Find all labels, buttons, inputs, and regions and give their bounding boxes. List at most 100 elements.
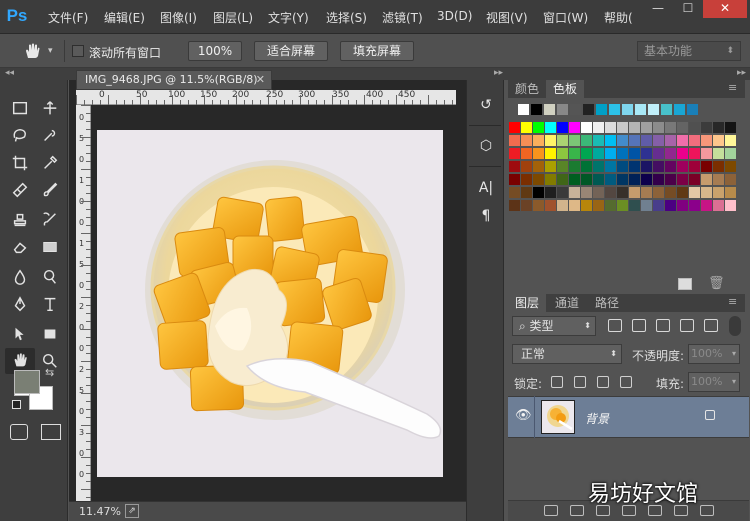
swatch[interactable] (509, 161, 520, 172)
swatch[interactable] (609, 104, 620, 115)
clone-stamp-tool[interactable] (5, 207, 35, 233)
swatch[interactable] (725, 200, 736, 211)
menu-select[interactable]: 选择(S) (326, 9, 367, 26)
smart-object-filter-icon[interactable] (704, 319, 718, 332)
scroll-all-checkbox[interactable] (72, 45, 84, 57)
eyedropper-tool[interactable] (35, 150, 65, 176)
swatch[interactable] (648, 104, 659, 115)
menu-type[interactable]: 文字(Y) (268, 9, 309, 26)
swatch[interactable] (544, 104, 555, 115)
menu-3d[interactable]: 3D(D) (437, 9, 472, 23)
swatch[interactable] (713, 174, 724, 185)
swatch[interactable] (593, 161, 604, 172)
swatch[interactable] (701, 161, 712, 172)
swatch[interactable] (677, 187, 688, 198)
swatch[interactable] (533, 148, 544, 159)
swatch[interactable] (653, 187, 664, 198)
lock-all-icon[interactable] (620, 376, 632, 388)
swatch[interactable] (629, 122, 640, 133)
swatch[interactable] (617, 135, 628, 146)
filter-toggle-switch[interactable] (729, 316, 741, 336)
swatch[interactable] (653, 122, 664, 133)
swatch[interactable] (653, 200, 664, 211)
collapse-toolbox-icon[interactable]: ◂◂ (5, 68, 14, 78)
swatch[interactable] (665, 200, 676, 211)
swatch[interactable] (641, 161, 652, 172)
swatch[interactable] (635, 104, 646, 115)
menu-image[interactable]: 图像(I) (160, 9, 197, 26)
fx-icon[interactable] (570, 505, 584, 516)
swatch[interactable] (617, 161, 628, 172)
swatch[interactable] (725, 174, 736, 185)
tab-swatches[interactable]: 色板 (546, 80, 584, 98)
healing-brush-tool[interactable] (5, 177, 35, 203)
gradient-tool[interactable] (35, 234, 65, 260)
swatch[interactable] (533, 187, 544, 198)
swatch[interactable] (689, 148, 700, 159)
swatch[interactable] (531, 104, 542, 115)
swatch[interactable] (653, 161, 664, 172)
menu-filter[interactable]: 滤镜(T) (382, 9, 423, 26)
quick-select-tool[interactable] (35, 123, 65, 149)
swatch[interactable] (593, 148, 604, 159)
lock-position-icon[interactable] (597, 376, 609, 388)
swatch[interactable] (533, 135, 544, 146)
swatch[interactable] (641, 200, 652, 211)
swatch[interactable] (545, 161, 556, 172)
swatch[interactable] (545, 122, 556, 133)
swatch[interactable] (677, 148, 688, 159)
rectangle-tool[interactable] (35, 321, 65, 347)
zoom-100-button[interactable]: 100% (188, 41, 242, 61)
swatch[interactable] (701, 187, 712, 198)
swatch[interactable] (581, 148, 592, 159)
swatch[interactable] (581, 135, 592, 146)
menu-window[interactable]: 窗口(W) (543, 9, 588, 26)
swatch[interactable] (641, 122, 652, 133)
swatch[interactable] (725, 148, 736, 159)
swatch[interactable] (689, 200, 700, 211)
history-panel-icon[interactable]: ↺ (476, 95, 496, 115)
swatch[interactable] (521, 187, 532, 198)
swatch[interactable] (689, 161, 700, 172)
swatch[interactable] (569, 161, 580, 172)
quick-mask-icon[interactable] (10, 424, 28, 440)
character-panel-icon[interactable]: A| (476, 178, 496, 198)
zoom-status[interactable]: 11.47% (79, 505, 121, 518)
swatch[interactable] (581, 122, 592, 133)
dodge-tool[interactable] (35, 264, 65, 290)
swatch[interactable] (677, 174, 688, 185)
swatch[interactable] (641, 174, 652, 185)
swatch[interactable] (629, 148, 640, 159)
swatch[interactable] (509, 174, 520, 185)
swatch[interactable] (701, 135, 712, 146)
swatch[interactable] (557, 122, 568, 133)
swatch[interactable] (596, 104, 607, 115)
swatch[interactable] (629, 200, 640, 211)
swatch[interactable] (533, 122, 544, 133)
swatch[interactable] (593, 174, 604, 185)
screen-mode-icon[interactable] (41, 424, 61, 440)
swatch[interactable] (677, 122, 688, 133)
swatch[interactable] (509, 122, 520, 133)
type-tool[interactable] (35, 291, 65, 317)
swatch[interactable] (713, 200, 724, 211)
swatch[interactable] (605, 161, 616, 172)
layers-menu-icon[interactable]: ≡ (728, 295, 737, 308)
swatch[interactable] (629, 187, 640, 198)
swatch[interactable] (605, 187, 616, 198)
swatch[interactable] (581, 161, 592, 172)
swatch[interactable] (641, 187, 652, 198)
tab-channels[interactable]: 通道 (548, 294, 586, 312)
swatch[interactable] (593, 187, 604, 198)
opacity-field[interactable]: 100% ▾ (688, 344, 740, 364)
swatch[interactable] (569, 187, 580, 198)
swatch[interactable] (557, 187, 568, 198)
tab-paths[interactable]: 路径 (588, 294, 626, 312)
swatch[interactable] (653, 135, 664, 146)
swatch[interactable] (605, 122, 616, 133)
swatch[interactable] (701, 174, 712, 185)
swatch[interactable] (665, 174, 676, 185)
swatch[interactable] (665, 161, 676, 172)
trash-icon[interactable]: 🗑 (708, 276, 725, 291)
swatch[interactable] (581, 200, 592, 211)
